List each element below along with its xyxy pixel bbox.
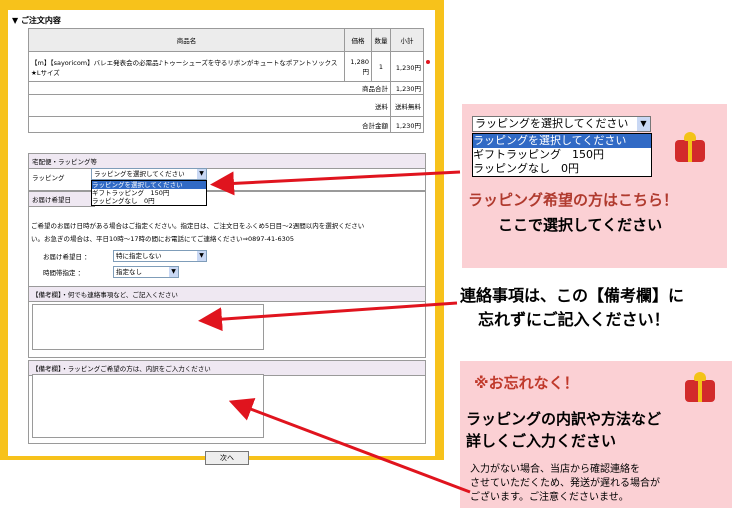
arrow-to-wrap-remarks (228, 398, 471, 494)
arrow-to-wrapping (210, 170, 461, 196)
red-dot (426, 60, 430, 64)
arrows-overlay (198, 60, 471, 494)
arrow-to-remarks (198, 301, 458, 332)
